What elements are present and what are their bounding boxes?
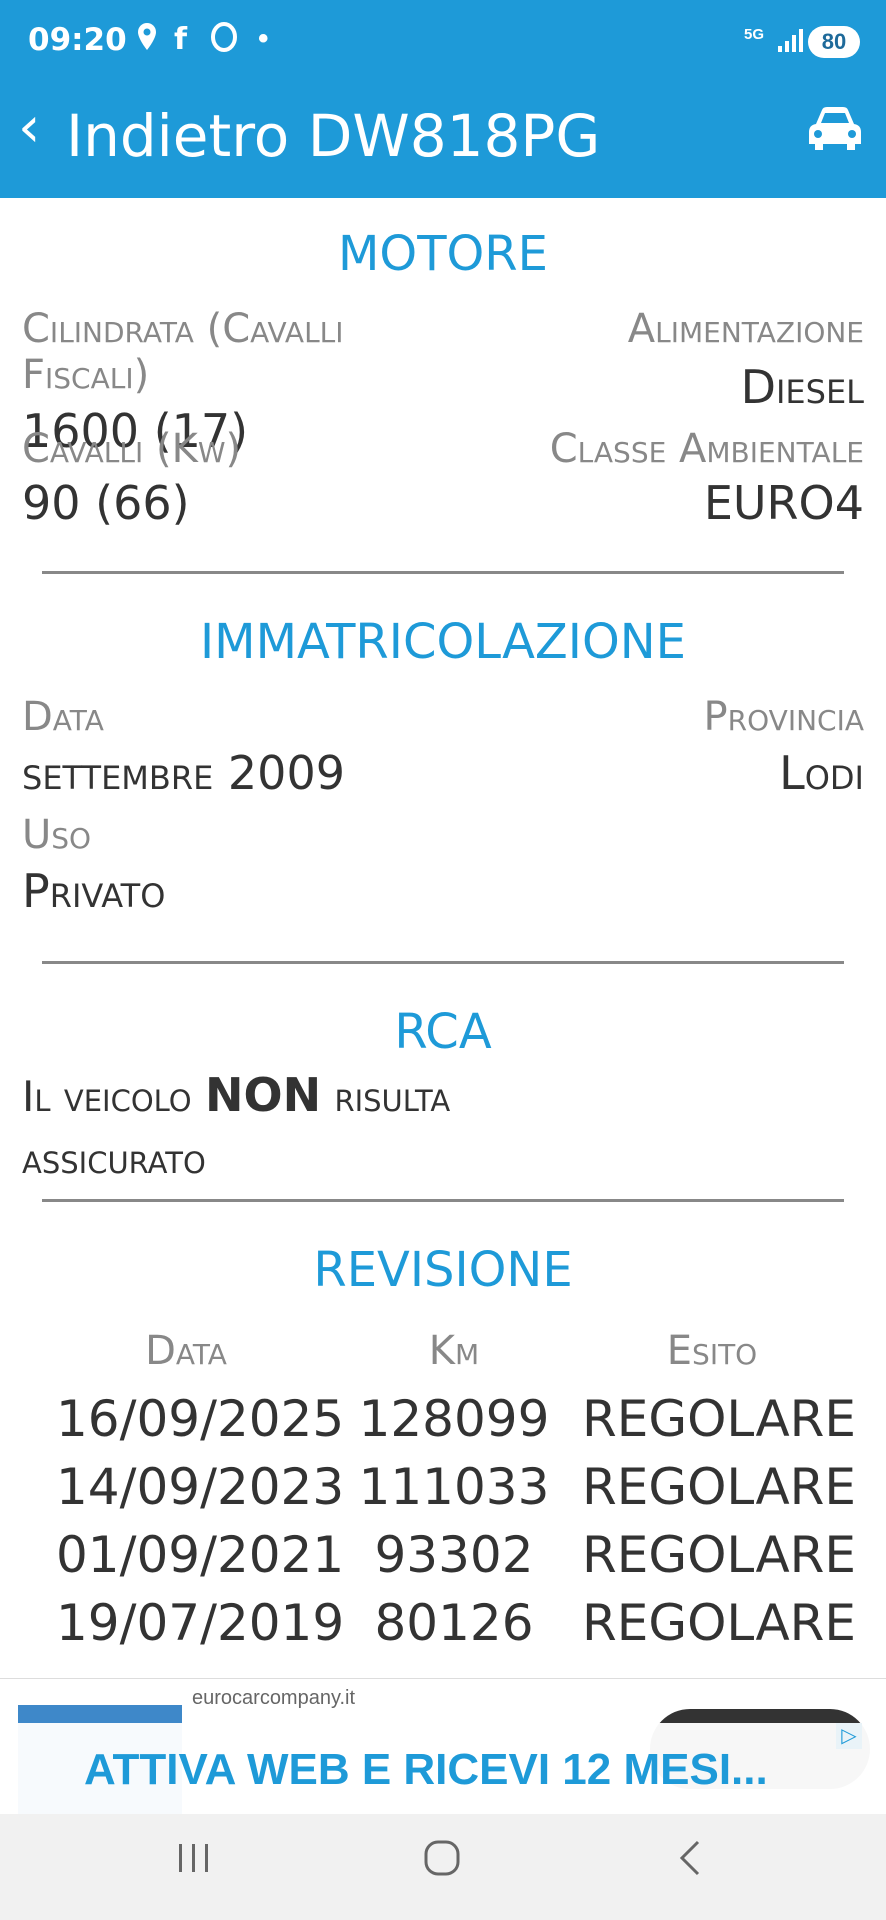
- notification-dot-icon: •: [258, 22, 269, 55]
- table-row: 19/07/2019 80126 REGOLARE: [0, 1594, 886, 1662]
- divider: [42, 1199, 844, 1202]
- revision-km: 128099: [358, 1390, 550, 1448]
- back-icon[interactable]: [676, 1834, 706, 1890]
- status-bar: 09:20 f • 5G 80: [0, 0, 886, 90]
- revisione-section-title: REVISIONE: [313, 1242, 573, 1298]
- ad-headline[interactable]: ATTIVA WEB E RICEVI 12 MESI...: [84, 1745, 768, 1795]
- network-type: 5G: [744, 26, 765, 43]
- clock: 09:20: [28, 22, 127, 58]
- uso-value: Privato: [22, 864, 166, 918]
- recent-apps-icon[interactable]: [176, 1834, 212, 1890]
- revision-km: 93302: [374, 1526, 534, 1584]
- table-header-row: Data Km Esito: [0, 1328, 886, 1396]
- classe-ambientale-value: EURO4: [703, 476, 864, 530]
- revision-km: 111033: [358, 1458, 550, 1516]
- page-title[interactable]: Indietro DW818PG: [66, 102, 600, 170]
- data-label: Data: [22, 694, 104, 740]
- revision-result: REGOLARE: [582, 1594, 856, 1652]
- rca-text-before: Il veicolo: [22, 1072, 205, 1121]
- plate-number: DW818PG: [307, 102, 601, 170]
- column-header-esito: Esito: [666, 1328, 758, 1374]
- adchoices-icon[interactable]: ▷: [836, 1723, 862, 1749]
- location-icon: [136, 22, 158, 60]
- uso-label: Uso: [22, 812, 92, 858]
- provincia-label: Provincia: [703, 694, 864, 740]
- alimentazione-value: Diesel: [740, 360, 864, 414]
- divider: [42, 571, 844, 574]
- cilindrata-label: Cilindrata (Cavalli Fiscali): [22, 306, 344, 398]
- cavalli-label: Cavalli (Kw): [22, 426, 242, 472]
- ad-domain[interactable]: eurocarcompany.it: [192, 1687, 355, 1710]
- immatricolazione-section-title: IMMATRICOLAZIONE: [200, 614, 686, 670]
- revision-date: 19/07/2019: [56, 1594, 345, 1652]
- table-row: 16/09/2025 128099 REGOLARE: [0, 1390, 886, 1458]
- app-bar: ‹ Indietro DW818PG: [0, 90, 886, 198]
- ad-banner[interactable]: eurocarcompany.it ▷ ATTIVA WEB E RICEVI …: [0, 1678, 886, 1815]
- table-row: 14/09/2023 111033 REGOLARE: [0, 1458, 886, 1526]
- revision-result: REGOLARE: [582, 1526, 856, 1584]
- facebook-icon: f: [174, 22, 188, 57]
- rca-status-text: Il veicolo NON risulta assicurato: [22, 1064, 622, 1190]
- back-chevron-icon[interactable]: ‹: [18, 100, 40, 156]
- provincia-value: Lodi: [779, 746, 864, 800]
- motore-section-title: MOTORE: [338, 226, 548, 282]
- column-header-km: Km: [428, 1328, 480, 1374]
- opera-icon: [210, 22, 238, 60]
- column-header-data: Data: [145, 1328, 227, 1374]
- revision-date: 01/09/2021: [56, 1526, 345, 1584]
- revision-date: 14/09/2023: [56, 1458, 345, 1516]
- revision-result: REGOLARE: [582, 1390, 856, 1448]
- cavalli-value: 90 (66): [22, 476, 190, 530]
- car-icon[interactable]: [806, 104, 864, 159]
- revision-km: 80126: [374, 1594, 534, 1652]
- system-navigation-bar: [0, 1814, 886, 1920]
- battery-indicator: 80: [808, 26, 860, 58]
- revision-date: 16/09/2025: [56, 1390, 345, 1448]
- signal-icon: [776, 28, 804, 59]
- table-row: 01/09/2021 93302 REGOLARE: [0, 1526, 886, 1594]
- rca-section-title: RCA: [394, 1004, 492, 1060]
- divider: [42, 961, 844, 964]
- back-label[interactable]: Indietro: [66, 102, 289, 170]
- rca-text-bold: NON: [204, 1068, 322, 1122]
- home-icon[interactable]: [422, 1834, 462, 1890]
- alimentazione-label: Alimentazione: [627, 306, 864, 352]
- revision-result: REGOLARE: [582, 1458, 856, 1516]
- classe-ambientale-label: Classe Ambientale: [549, 426, 864, 472]
- data-value: settembre 2009: [22, 746, 345, 800]
